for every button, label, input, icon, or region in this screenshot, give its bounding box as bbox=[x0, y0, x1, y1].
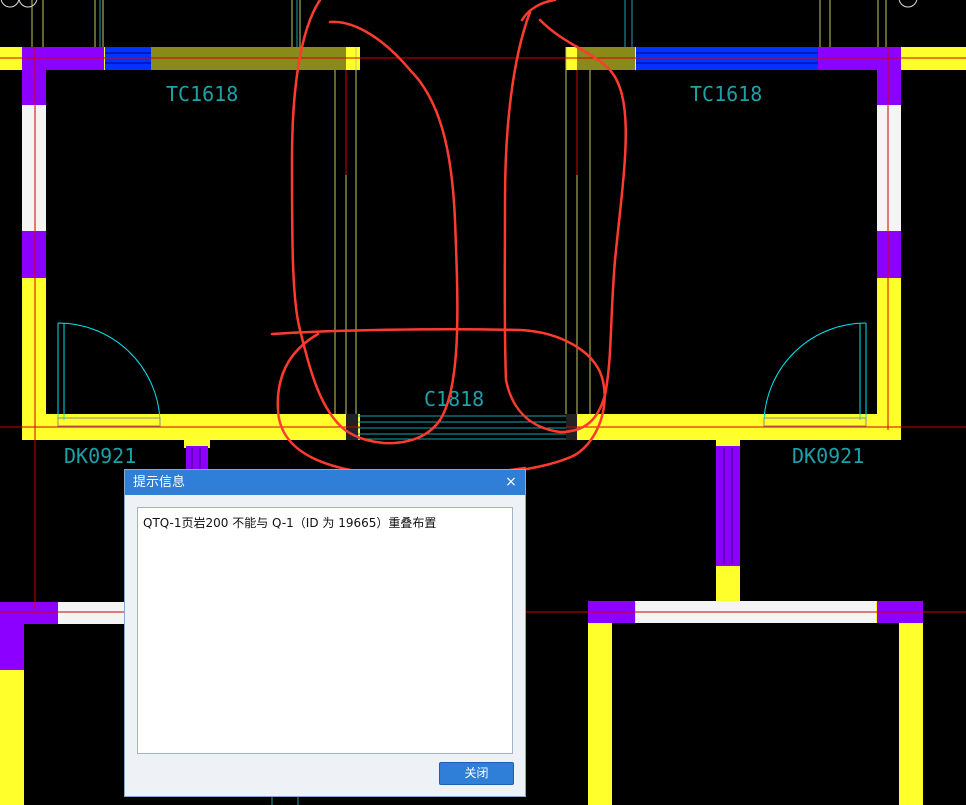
door-label-dk0921-right: DK0921 bbox=[792, 444, 864, 468]
close-button[interactable]: 关闭 bbox=[439, 762, 514, 785]
room-lines bbox=[334, 47, 591, 414]
dialog-title-bar[interactable]: 提示信息 × bbox=[125, 470, 525, 495]
bottom-lines bbox=[271, 797, 299, 805]
window-label-tc1618-right: TC1618 bbox=[690, 82, 762, 106]
window-label-tc1618-left: TC1618 bbox=[166, 82, 238, 106]
dialog-message: QTQ-1页岩200 不能与 Q-1（ID 为 19665）重叠布置 bbox=[143, 516, 437, 530]
message-textarea[interactable]: QTQ-1页岩200 不能与 Q-1（ID 为 19665）重叠布置 bbox=[137, 507, 513, 754]
door-left bbox=[57, 322, 161, 427]
axis-bubbles bbox=[0, 0, 918, 8]
prompt-dialog: 提示信息 × QTQ-1页岩200 不能与 Q-1（ID 为 19665）重叠布… bbox=[124, 469, 526, 797]
dialog-title: 提示信息 bbox=[133, 475, 186, 490]
close-icon[interactable]: × bbox=[503, 470, 519, 495]
window-c1818 bbox=[358, 415, 566, 440]
window-label-c1818: C1818 bbox=[424, 387, 484, 411]
thin-lines bbox=[31, 0, 887, 47]
door-right bbox=[763, 322, 867, 427]
door-label-dk0921-left: DK0921 bbox=[64, 444, 136, 468]
cyan-lines bbox=[99, 0, 633, 47]
